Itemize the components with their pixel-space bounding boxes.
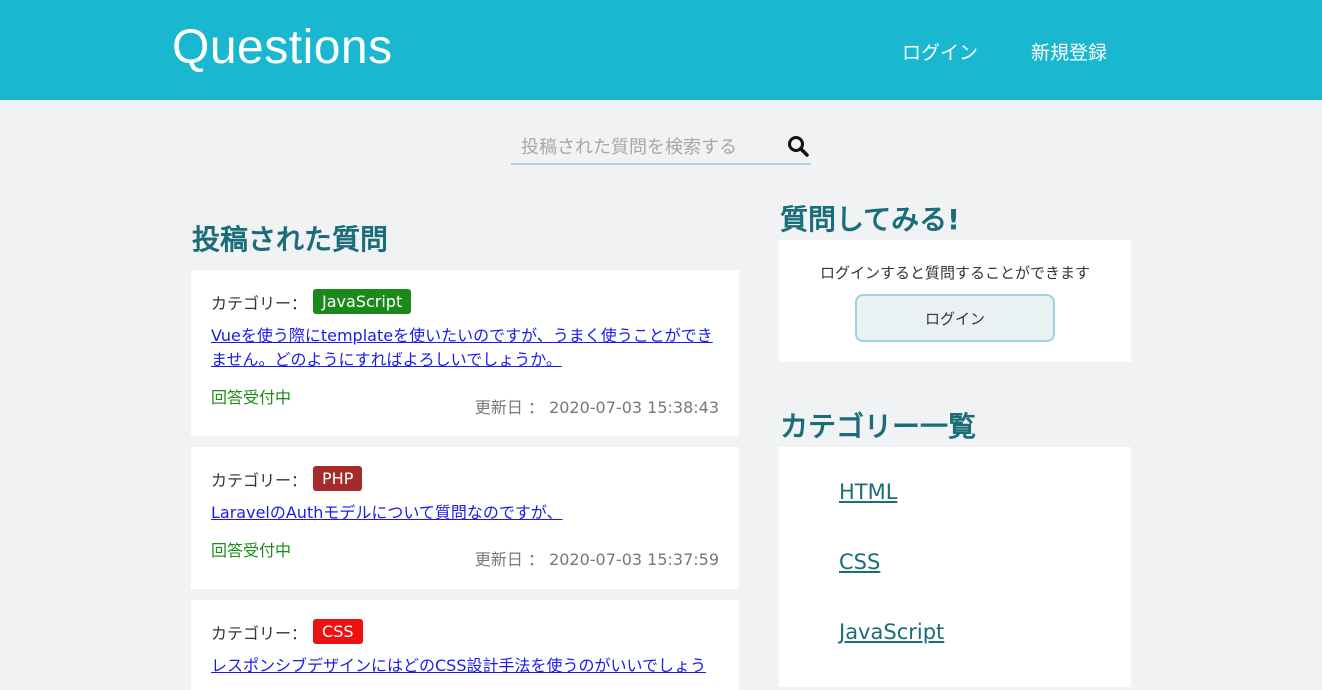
category-badge: PHP bbox=[313, 466, 363, 491]
category-badge: CSS bbox=[313, 619, 363, 644]
search-icon bbox=[788, 135, 809, 157]
questions-section-title: 投稿された質問 bbox=[192, 223, 389, 256]
search-button[interactable] bbox=[785, 134, 811, 160]
category-label: カテゴリー： bbox=[211, 623, 308, 643]
question-title-link[interactable]: LaravelのAuthモデルについて質問なのですが、 bbox=[211, 501, 721, 525]
ask-login-prompt: ログインすると質問することができます bbox=[819, 264, 1090, 282]
categories-section-title: カテゴリー一覧 bbox=[780, 410, 977, 443]
site-logo[interactable]: Questions bbox=[172, 20, 393, 75]
question-card: カテゴリー： JavaScript Vueを使う際にtemplateを使いたいの… bbox=[191, 270, 739, 436]
category-label: カテゴリー： bbox=[211, 293, 308, 313]
category-link-css[interactable]: CSS bbox=[839, 550, 880, 574]
question-category-row: カテゴリー： CSS bbox=[211, 619, 363, 644]
category-badge: JavaScript bbox=[313, 289, 412, 314]
question-card: カテゴリー： PHP LaravelのAuthモデルについて質問なのですが、 回… bbox=[191, 447, 739, 589]
ask-panel: ログインすると質問することができます ログイン bbox=[779, 240, 1131, 362]
question-title-link[interactable]: レスポンシブデザインにはどのCSS設計手法を使うのがいいでしょう bbox=[211, 654, 721, 678]
nav-login-link[interactable]: ログイン bbox=[902, 38, 978, 65]
question-status: 回答受付中 bbox=[211, 541, 292, 560]
question-updated-date: 更新日 ： 2020-07-03 15:38:43 bbox=[474, 398, 719, 417]
category-label: カテゴリー： bbox=[211, 470, 308, 490]
question-updated-date: 更新日 ： 2020-07-03 15:37:59 bbox=[474, 550, 719, 569]
category-link-html[interactable]: HTML bbox=[839, 480, 897, 504]
nav-register-link[interactable]: 新規登録 bbox=[1031, 38, 1107, 65]
question-card: カテゴリー： CSS レスポンシブデザインにはどのCSS設計手法を使うのがいいで… bbox=[191, 600, 739, 690]
search-bar bbox=[511, 128, 811, 165]
question-category-row: カテゴリー： JavaScript bbox=[211, 289, 412, 314]
question-title-link[interactable]: Vueを使う際にtemplateを使いたいのですが、うまく使うことができません。… bbox=[211, 324, 721, 372]
ask-section-title: 質問してみる! bbox=[780, 203, 960, 236]
question-status: 回答受付中 bbox=[211, 388, 292, 407]
search-input[interactable] bbox=[521, 134, 771, 160]
ask-login-button[interactable]: ログイン bbox=[855, 294, 1055, 342]
question-category-row: カテゴリー： PHP bbox=[211, 466, 363, 491]
category-link-javascript[interactable]: JavaScript bbox=[839, 620, 944, 644]
category-list: HTML CSS JavaScript bbox=[779, 447, 1131, 687]
site-header: Questions ログイン 新規登録 bbox=[0, 0, 1322, 100]
